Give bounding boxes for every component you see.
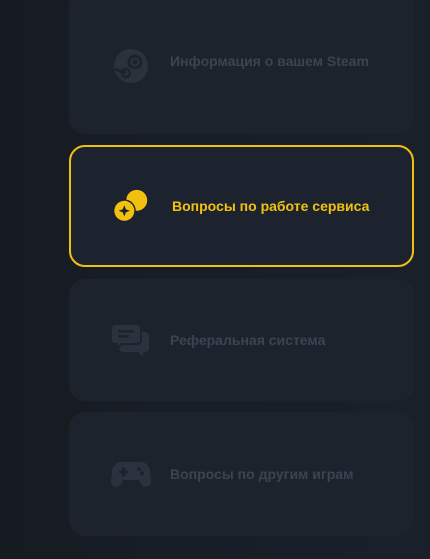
menu-item-label: Вопросы по другим играм [170,466,354,482]
coins-icon [111,187,151,227]
gamepad-icon [111,454,151,494]
page: Информация о вашем Steam Вопросы по рабо… [0,0,430,559]
steam-icon [111,46,151,86]
menu-item-referral-system[interactable]: Реферальная система [69,279,414,401]
menu-item-label: Информация о вашем Steam [170,53,369,69]
menu-item-service-questions[interactable]: Вопросы по работе сервиса [69,145,414,267]
menu-item-other-games[interactable]: Вопросы по другим играм [69,412,414,536]
menu-item-label: Реферальная система [170,332,326,348]
menu-item-steam-info[interactable]: Информация о вашем Steam [69,0,414,134]
chat-bubbles-icon [111,320,151,360]
menu-item-label: Вопросы по работе сервиса [172,198,370,214]
